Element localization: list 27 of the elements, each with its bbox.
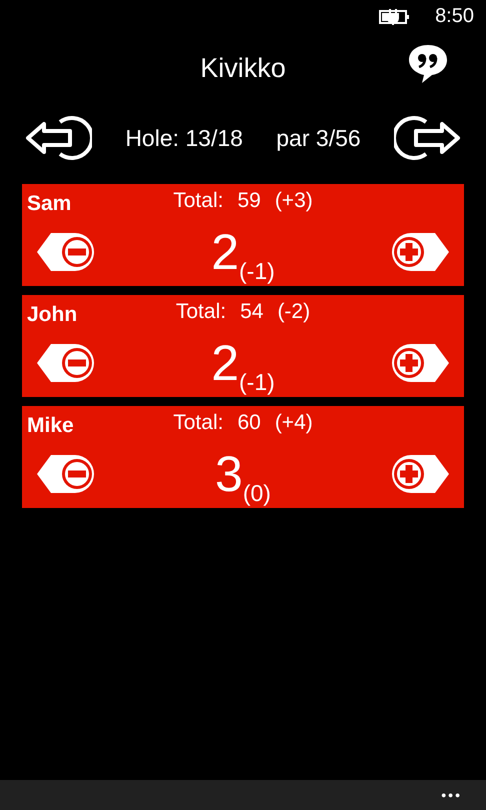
total-score: 54 <box>240 299 264 326</box>
speech-bubble-icon[interactable] <box>408 43 448 83</box>
player-name: Mike <box>27 413 74 439</box>
hole-score-diff: (-1) <box>239 260 275 283</box>
more-button[interactable]: ••• <box>441 788 462 802</box>
total-diff: (+3) <box>274 188 313 214</box>
hole-score: 3 <box>215 449 243 499</box>
total-label: Total: <box>173 410 224 436</box>
player-name: John <box>27 302 78 328</box>
par-label: par 3/56 <box>276 124 361 153</box>
player-name: Sam <box>27 191 72 217</box>
total-score: 59 <box>237 188 261 214</box>
course-title: Kivikko <box>200 52 286 85</box>
hole-score-diff: (0) <box>242 482 271 505</box>
hole-label: Hole: 13/18 <box>125 124 243 153</box>
hole-score: 2 <box>211 227 240 277</box>
hole-score-diff: (-1) <box>239 371 275 394</box>
total-diff: (+4) <box>274 410 313 436</box>
battery-charging-icon <box>379 8 412 24</box>
total-label: Total: <box>173 188 224 214</box>
next-arrow-icon[interactable] <box>394 113 462 163</box>
total-score: 60 <box>237 410 261 436</box>
total-diff: (-2) <box>277 299 310 326</box>
hole-score: 2 <box>211 338 240 388</box>
total-label: Total: <box>176 299 226 326</box>
clock-time: 8:50 <box>435 4 474 29</box>
previous-arrow-icon[interactable] <box>24 113 92 163</box>
